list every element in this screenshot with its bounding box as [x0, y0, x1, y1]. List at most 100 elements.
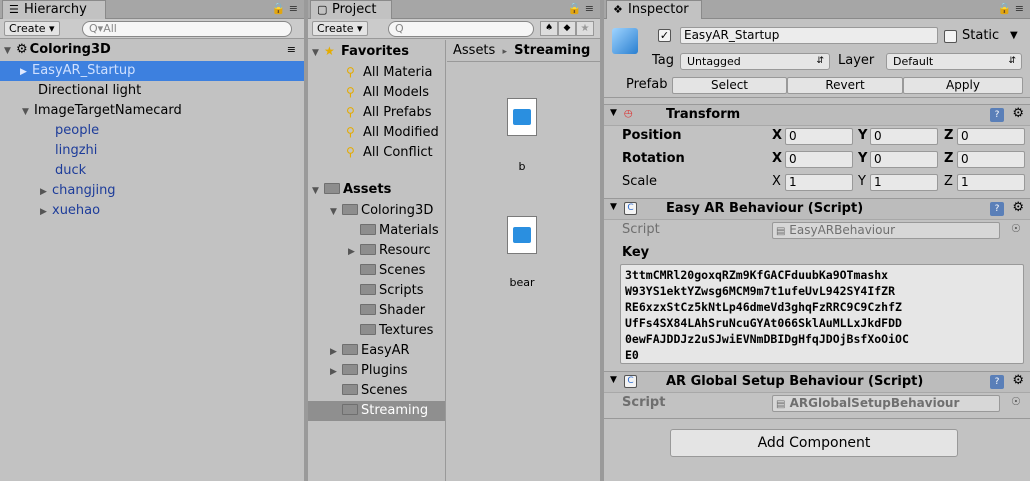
folder-materials[interactable]: Materials: [360, 221, 439, 241]
help-icon[interactable]: ?: [990, 375, 1004, 389]
tag-dropdown[interactable]: Untagged ⇵: [680, 53, 830, 70]
folder-coloring3d[interactable]: ▼ Coloring3D: [330, 201, 433, 221]
item-label: xuehao: [52, 203, 101, 218]
collapse-arrow-icon[interactable]: ▼: [4, 41, 16, 61]
prefab-apply-button[interactable]: Apply: [903, 77, 1023, 94]
object-picker-icon[interactable]: ☉: [1011, 222, 1021, 235]
collapse-arrow-icon[interactable]: ▼: [610, 375, 617, 385]
folder-resources[interactable]: ▶ Resourc: [348, 241, 431, 261]
scene-row[interactable]: ▼ ⚙ Coloring3D ≡: [4, 40, 300, 60]
collapse-arrow-icon[interactable]: ▼: [312, 181, 324, 201]
component-enabled-checkbox[interactable]: C: [624, 202, 637, 215]
object-picker-icon[interactable]: ☉: [1011, 395, 1021, 408]
transform-header[interactable]: ▼ ⦺ Transform ? ⚙: [604, 104, 1030, 126]
panel-menu-icon[interactable]: 🔒 ≡: [998, 2, 1024, 15]
help-icon[interactable]: ?: [990, 108, 1004, 122]
folder-easyar[interactable]: ▶ EasyAR: [330, 341, 410, 361]
tab-project[interactable]: ▢ Project: [310, 0, 392, 19]
script-reference-field[interactable]: ▤ ARGlobalSetupBehaviour: [772, 395, 1000, 412]
object-name-field[interactable]: EasyAR_Startup: [680, 27, 938, 44]
breadcrumb: Assets ▸ Streaming: [447, 40, 600, 62]
expand-arrow-icon[interactable]: ▶: [40, 202, 52, 222]
gear-icon[interactable]: ⚙: [1012, 106, 1024, 121]
tab-inspector[interactable]: ❖ Inspector: [606, 0, 702, 19]
arglobal-setup-header[interactable]: ▼ C AR Global Setup Behaviour (Script) ?…: [604, 371, 1030, 393]
add-component-button[interactable]: Add Component: [670, 429, 958, 457]
expand-arrow-icon[interactable]: ▶: [40, 182, 52, 202]
folder-plugins[interactable]: ▶ Plugins: [330, 361, 408, 381]
create-button[interactable]: Create ▾: [312, 21, 368, 36]
hierarchy-item-people[interactable]: people: [55, 121, 99, 141]
scale-label: Scale: [622, 174, 657, 189]
help-icon[interactable]: ?: [990, 202, 1004, 216]
position-y-field[interactable]: 0: [870, 128, 938, 145]
key-textarea[interactable]: 3ttmCMRl20goxqRZm9KfGACFduubKa9OTmashx W…: [620, 264, 1024, 364]
hierarchy-item-directional-light[interactable]: Directional light: [38, 81, 141, 101]
favorite-item[interactable]: ⚲ All Conflict: [346, 142, 433, 162]
position-x-field[interactable]: 0: [785, 128, 853, 145]
collapse-arrow-icon[interactable]: ▼: [330, 202, 342, 222]
expand-arrow-icon[interactable]: ▶: [20, 62, 32, 82]
hierarchy-item-imagetarget[interactable]: ▼ ImageTargetNamecard: [22, 101, 182, 121]
rotation-z-field[interactable]: 0: [957, 151, 1025, 168]
panel-menu-icon[interactable]: 🔒 ≡: [568, 2, 594, 15]
hierarchy-item-changjing[interactable]: ▶ changjing: [40, 181, 116, 201]
search-input[interactable]: Q▾All: [82, 21, 292, 37]
active-checkbox[interactable]: ✓: [658, 29, 671, 42]
folder-scripts[interactable]: Scripts: [360, 281, 423, 301]
scale-x-field[interactable]: 1: [785, 174, 853, 191]
prefab-label: Prefab: [626, 77, 668, 92]
hierarchy-item-easyar-startup[interactable]: ▶ EasyAR_Startup: [0, 61, 304, 81]
folder-textures[interactable]: Textures: [360, 321, 433, 341]
hierarchy-item-xuehao[interactable]: ▶ xuehao: [40, 201, 100, 221]
scale-y-field[interactable]: 1: [870, 174, 938, 191]
expand-arrow-icon[interactable]: ▶: [330, 362, 342, 382]
folder-scenes[interactable]: Scenes: [360, 261, 425, 281]
folder-streaming[interactable]: Streaming: [308, 401, 445, 421]
divider: [604, 418, 1030, 419]
collapse-arrow-icon[interactable]: ▼: [22, 102, 34, 122]
hierarchy-item-lingzhi[interactable]: lingzhi: [55, 141, 97, 161]
static-checkbox[interactable]: [944, 30, 957, 43]
layer-dropdown[interactable]: Default ⇵: [886, 53, 1022, 70]
favorite-item[interactable]: ⚲ All Materia: [346, 62, 432, 82]
collapse-arrow-icon[interactable]: ▼: [610, 108, 617, 118]
favorite-item[interactable]: ⚲ All Modified: [346, 122, 439, 142]
favorite-star-icon[interactable]: ★: [576, 21, 594, 36]
breadcrumb-assets[interactable]: Assets: [453, 43, 495, 58]
gear-icon[interactable]: ⚙: [1012, 200, 1024, 215]
hierarchy-item-duck[interactable]: duck: [55, 161, 86, 181]
filter-by-type-icon[interactable]: ♠: [540, 21, 558, 36]
easyar-behaviour-header[interactable]: ▼ C Easy AR Behaviour (Script) ? ⚙: [604, 198, 1030, 220]
scale-z-field[interactable]: 1: [957, 174, 1025, 191]
folder-scenes-root[interactable]: Scenes: [342, 381, 407, 401]
favorites-header[interactable]: ▼ ★ Favorites: [312, 41, 409, 61]
filter-by-label-icon[interactable]: ◆: [558, 21, 576, 36]
rotation-x-field[interactable]: 0: [785, 151, 853, 168]
position-z-field[interactable]: 0: [957, 128, 1025, 145]
component-enabled-checkbox[interactable]: C: [624, 375, 637, 388]
expand-arrow-icon[interactable]: ▶: [330, 342, 342, 362]
favorite-item[interactable]: ⚲ All Prefabs: [346, 102, 432, 122]
create-button[interactable]: Create ▾: [4, 21, 60, 36]
tab-hierarchy[interactable]: ☰ Hierarchy: [2, 0, 106, 19]
dropdown-arrows-icon: ⇵: [816, 56, 824, 66]
folder-shader[interactable]: Shader: [360, 301, 425, 321]
static-dropdown-icon[interactable]: ▼: [1010, 30, 1018, 41]
search-input[interactable]: Q: [388, 21, 534, 37]
assets-header[interactable]: ▼ Assets: [312, 180, 391, 200]
collapse-arrow-icon[interactable]: ▼: [610, 202, 617, 212]
prefab-revert-button[interactable]: Revert: [787, 77, 903, 94]
expand-arrow-icon[interactable]: ▶: [348, 242, 360, 262]
panel-menu-icon[interactable]: 🔒 ≡: [272, 2, 298, 15]
collapse-arrow-icon[interactable]: ▼: [312, 43, 324, 63]
prefab-select-button[interactable]: Select: [672, 77, 787, 94]
script-reference-field[interactable]: ▤ EasyARBehaviour: [772, 222, 1000, 239]
rotation-y-field[interactable]: 0: [870, 151, 938, 168]
favorite-item[interactable]: ⚲ All Models: [346, 82, 429, 102]
favorite-label: All Prefabs: [363, 105, 432, 120]
axis-z-label: Z: [944, 151, 954, 166]
breadcrumb-current[interactable]: Streaming: [514, 43, 590, 58]
gear-icon[interactable]: ⚙: [1012, 373, 1024, 388]
scene-menu-icon[interactable]: ≡: [287, 40, 296, 60]
